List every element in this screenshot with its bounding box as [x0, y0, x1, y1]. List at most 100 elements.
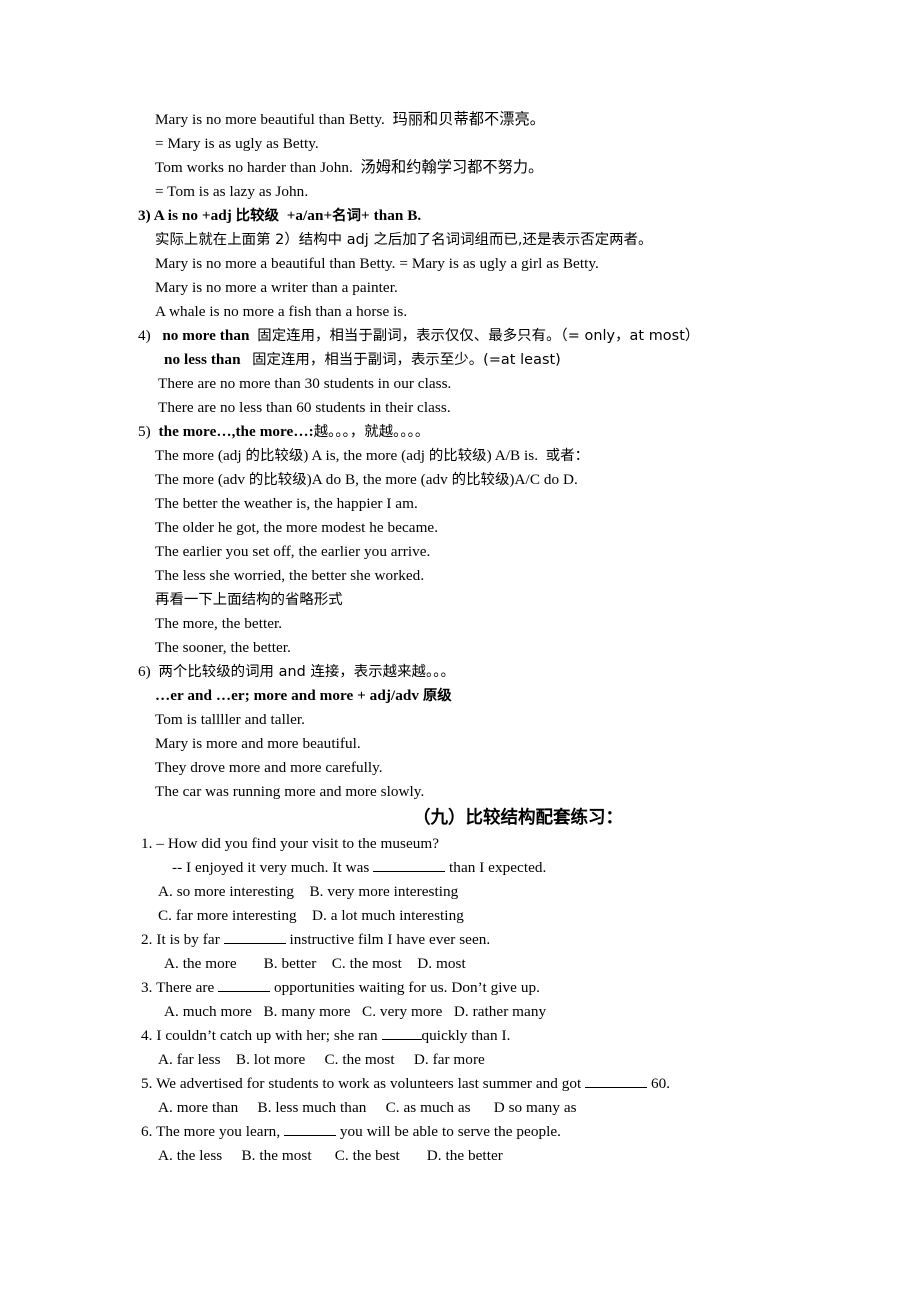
option-text: A. far less B. lot more C. the most D. f…: [158, 1051, 485, 1068]
answer-blank[interactable]: [284, 1121, 337, 1136]
question-number: 4.: [141, 1027, 153, 1044]
example-line: Mary is more and more beautiful.: [138, 732, 838, 756]
question-text: It is by far: [156, 931, 224, 948]
question-3-stem: 3. There are opportunities waiting for u…: [138, 976, 838, 1000]
example-line: The older he got, the more modest he bec…: [138, 516, 838, 540]
example-line: There are no more than 30 students in ou…: [138, 372, 838, 396]
question-number: 5.: [141, 1075, 153, 1092]
answer-blank[interactable]: [585, 1073, 648, 1088]
option-text: A. so more interesting B. very more inte…: [158, 883, 459, 900]
example-text: Tom is tallller and taller.: [155, 711, 306, 728]
question-text: – How did you find your visit to the mus…: [156, 835, 440, 852]
example-line: The sooner, the better.: [138, 636, 838, 660]
answer-blank[interactable]: [218, 977, 271, 992]
option-text: A. the more B. better C. the most D. mos…: [164, 955, 466, 972]
option-text: C. far more interesting D. a lot much in…: [158, 907, 464, 924]
pattern-cn: 的比较级: [245, 448, 304, 464]
example-text: The car was running more and more slowly…: [155, 783, 425, 800]
question-text: you will be able to serve the people.: [336, 1123, 562, 1140]
item3-title-cn2: 名词: [332, 208, 362, 224]
example-text: A whale is no more a fish than a horse i…: [155, 303, 408, 320]
example-text: There are no less than 60 students in th…: [158, 399, 451, 416]
list-item-5-heading: 5) the more…,the more…:越。。。，就越。。。。: [138, 420, 838, 444]
example-line: The car was running more and more slowly…: [138, 780, 838, 804]
question-number: 1.: [141, 835, 153, 852]
example-text: = Mary is as ugly as Betty.: [155, 135, 319, 152]
item4-term1: no more than: [162, 327, 250, 344]
item3-title-cn1: 比较级: [235, 208, 279, 224]
question-2-options-row-1[interactable]: A. the more B. better C. the most D. mos…: [138, 952, 838, 976]
question-number: 3.: [141, 979, 153, 996]
question-text: opportunities waiting for us. Don’t give…: [270, 979, 540, 996]
question-5-stem: 5. We advertised for students to work as…: [138, 1072, 838, 1096]
item3-title-en1: A is no +adj: [153, 207, 236, 224]
example-line: Tom is tallller and taller.: [138, 708, 838, 732]
question-text: instructive film I have ever seen.: [285, 931, 491, 948]
example-line: The earlier you set off, the earlier you…: [138, 540, 838, 564]
item6-desc-a: 两个比较级的词用 and: [158, 664, 311, 680]
example-line: The more, the better.: [138, 612, 838, 636]
example-line: Tom works no harder than John. 汤姆和约翰学习都不…: [138, 156, 838, 180]
example-line: = Tom is as lazy as John.: [138, 180, 838, 204]
example-line: A whale is no more a fish than a horse i…: [138, 300, 838, 324]
question-number: 2.: [141, 931, 153, 948]
example-text: There are no more than 30 students in ou…: [158, 375, 452, 392]
example-line: The better the weather is, the happier I…: [138, 492, 838, 516]
formula-cn: 原级: [422, 688, 452, 704]
question-text: than I expected.: [445, 859, 547, 876]
question-text: -- I enjoyed it very much. It was: [172, 859, 374, 876]
item6-formula: …er and …er; more and more + adj/adv 原级: [138, 684, 838, 708]
document-body: Mary is no more beautiful than Betty. 玛丽…: [138, 108, 838, 1168]
example-text: Mary is more and more beautiful.: [155, 735, 361, 752]
pattern-text: ) A/B is.: [486, 447, 546, 464]
list-marker: 3): [138, 207, 151, 224]
example-text: Mary is no more beautiful than Betty. 玛丽…: [155, 111, 545, 128]
list-item-3-heading: 3) A is no +adj 比较级 +a/an+名词+ than B.: [138, 204, 838, 228]
option-text: A. more than B. less much than C. as muc…: [158, 1099, 577, 1116]
answer-blank[interactable]: [223, 929, 286, 944]
question-3-options-row-1[interactable]: A. much more B. many more C. very more D…: [138, 1000, 838, 1024]
example-line: Mary is no more a writer than a painter.: [138, 276, 838, 300]
question-1-options-row-1[interactable]: A. so more interesting B. very more inte…: [138, 880, 838, 904]
example-text: The earlier you set off, the earlier you…: [155, 543, 431, 560]
item5-term-cn: 越。。。，就越。。。。: [313, 424, 430, 440]
item4-term2-desc: 固定连用，相当于副词，表示至少。(=at least): [252, 352, 561, 368]
question-text: There are: [156, 979, 219, 996]
question-1-options-row-2[interactable]: C. far more interesting D. a lot much in…: [138, 904, 838, 928]
exercise-section-heading: （九）比较结构配套练习：: [138, 804, 838, 832]
option-text: A. the less B. the most C. the best D. t…: [158, 1147, 503, 1164]
section-heading-text: （九）比较结构配套练习：: [413, 808, 623, 828]
example-text: Tom works no harder than John. 汤姆和约翰学习都不…: [155, 159, 544, 176]
answer-blank[interactable]: [373, 857, 446, 872]
example-line: Mary is no more a beautiful than Betty. …: [138, 252, 838, 276]
pattern-text: ) A is, the more (adj: [303, 447, 429, 464]
item4-term1-desc: 固定连用，相当于副词，表示仅仅、最多只有。（= only，at most）: [257, 328, 700, 344]
pattern-text: )A/C do D.: [509, 471, 578, 488]
item4-term2-line: no less than 固定连用，相当于副词，表示至少。(=at least): [138, 348, 838, 372]
item4-term2: no less than: [164, 351, 241, 368]
list-item-6-heading: 6) 两个比较级的词用 and 连接，表示越来越。。。: [138, 660, 838, 684]
question-text: 60.: [647, 1075, 671, 1092]
note-text: 再看一下上面结构的省略形式: [155, 592, 343, 608]
question-1-stem: 1. – How did you find your visit to the …: [138, 832, 838, 856]
question-1-stem-2: -- I enjoyed it very much. It was than I…: [138, 856, 838, 880]
option-text: A. much more B. many more C. very more D…: [164, 1003, 547, 1020]
document-page: Mary is no more beautiful than Betty. 玛丽…: [0, 0, 920, 1302]
example-text: They drove more and more carefully.: [155, 759, 383, 776]
item5-pattern-2: The more (adv 的比较级)A do B, the more (adv…: [138, 468, 838, 492]
list-marker: 6): [138, 663, 151, 680]
question-5-options-row-1[interactable]: A. more than B. less much than C. as muc…: [138, 1096, 838, 1120]
answer-blank[interactable]: [381, 1025, 422, 1040]
question-text: We advertised for students to work as vo…: [156, 1075, 586, 1092]
item6-desc-b: 连接，表示越来越。。。: [310, 664, 455, 680]
item3-title-en2: +a/an+: [279, 207, 333, 224]
item3-desc-text: 实际上就在上面第 2）结构中 adj 之后加了名词词组而已,还是表示否定两者。: [155, 232, 653, 248]
pattern-cn: 的比较级: [451, 472, 510, 488]
example-text: Mary is no more a writer than a painter.: [155, 279, 398, 296]
pattern-text: )A do B, the more (adv: [306, 471, 452, 488]
question-6-options-row-1[interactable]: A. the less B. the most C. the best D. t…: [138, 1144, 838, 1168]
example-text: The older he got, the more modest he bec…: [155, 519, 439, 536]
question-4-options-row-1[interactable]: A. far less B. lot more C. the most D. f…: [138, 1048, 838, 1072]
question-text: The more you learn,: [156, 1123, 285, 1140]
example-line: Mary is no more beautiful than Betty. 玛丽…: [138, 108, 838, 132]
